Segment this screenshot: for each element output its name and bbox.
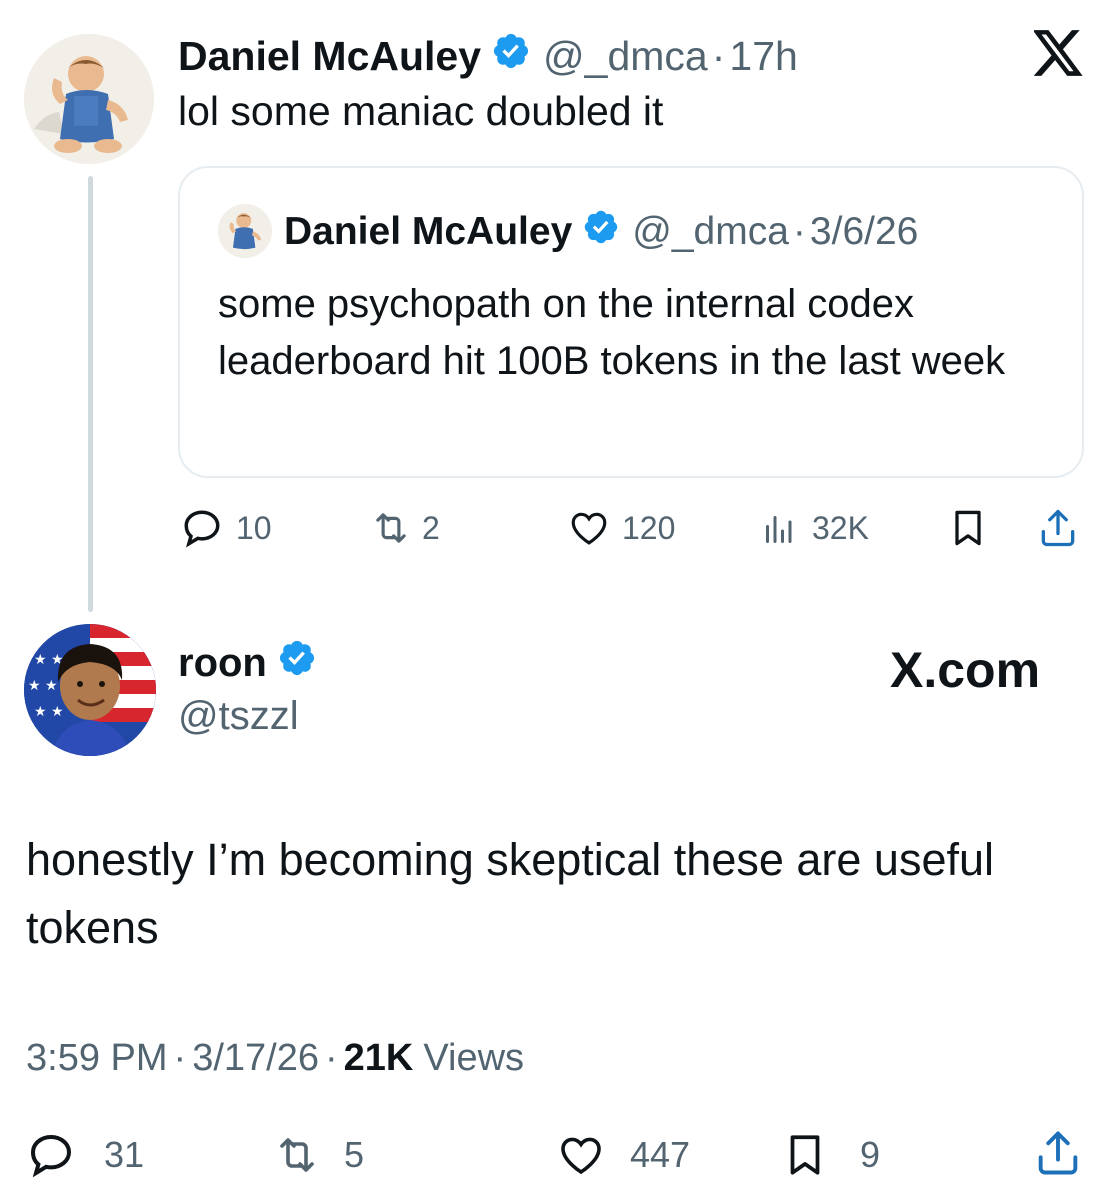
share-icon <box>1032 1127 1084 1179</box>
share-icon <box>1036 506 1080 550</box>
bookmark-count: 9 <box>860 1134 881 1175</box>
views-label: Views <box>423 1036 525 1079</box>
avatar-roon[interactable]: ★ ★ ★ ★ ★ ★ <box>24 624 156 756</box>
reply-timestamp[interactable]: 17h <box>729 33 797 80</box>
repost-icon <box>368 507 414 549</box>
verified-badge-icon <box>491 31 531 81</box>
views-count: 32K <box>812 509 869 546</box>
bookmark-button[interactable] <box>946 506 990 550</box>
main-tweet-text: honestly I’m becoming skeptical these ar… <box>26 834 995 953</box>
verified-badge-icon <box>277 638 317 688</box>
reply-author-name[interactable]: Daniel McAuley <box>178 33 481 80</box>
repost-button[interactable]: 5 <box>270 1130 364 1180</box>
bookmark-icon <box>780 1130 830 1180</box>
like-icon <box>554 1131 608 1179</box>
reply-count: 31 <box>104 1134 145 1175</box>
tweet-time[interactable]: 3:59 PM <box>26 1037 168 1080</box>
quoted-tweet-text: some psychopath on the internal codex le… <box>218 282 1006 383</box>
bookmark-icon <box>946 506 990 550</box>
meta-separator: · <box>173 1036 187 1079</box>
quoted-date[interactable]: 3/6/26 <box>810 210 918 254</box>
svg-text:★ ★: ★ ★ <box>34 652 64 668</box>
repost-icon <box>270 1131 324 1179</box>
views-icon <box>760 507 796 549</box>
reply-count: 10 <box>236 509 272 546</box>
quoted-avatar-daniel-mcauley[interactable] <box>218 204 272 258</box>
reply-icon <box>180 507 224 549</box>
tweet-date[interactable]: 3/17/26 <box>192 1037 319 1080</box>
like-count: 447 <box>630 1134 691 1175</box>
views-button[interactable]: 32K <box>760 506 869 550</box>
svg-text:★ ★: ★ ★ <box>34 704 64 720</box>
reply-tweet-text: lol some maniac doubled it <box>178 88 664 134</box>
like-count: 120 <box>622 509 676 546</box>
repost-count: 5 <box>344 1134 365 1175</box>
views-count-bold[interactable]: 21K <box>344 1037 414 1080</box>
quoted-separator: · <box>792 210 806 253</box>
verified-badge-icon <box>582 208 620 256</box>
like-button[interactable]: 120 <box>566 506 675 550</box>
x-logo-icon[interactable] <box>1032 30 1084 76</box>
like-button[interactable]: 447 <box>554 1130 690 1180</box>
reply-button[interactable]: 31 <box>26 1130 144 1180</box>
brand-text: X.com <box>890 642 1041 698</box>
avatar-daniel-mcauley[interactable] <box>24 34 154 164</box>
reply-button[interactable]: 10 <box>180 506 272 550</box>
repost-button[interactable]: 2 <box>368 506 440 550</box>
bookmark-button[interactable]: 9 <box>780 1130 880 1180</box>
x-com-brand[interactable]: X.com <box>890 640 1040 700</box>
meta-separator: · <box>324 1036 338 1079</box>
share-button[interactable] <box>1036 506 1080 550</box>
main-author-name[interactable]: roon <box>178 641 267 686</box>
like-icon <box>566 507 612 549</box>
svg-text:★ ★: ★ ★ <box>28 678 58 694</box>
thread-connector-line <box>88 176 93 612</box>
repost-count: 2 <box>422 509 440 546</box>
main-handle[interactable]: @tszzl <box>178 694 299 739</box>
reply-handle[interactable]: @_dmca <box>543 33 708 80</box>
quoted-handle[interactable]: @_dmca <box>632 210 789 254</box>
quoted-author-name[interactable]: Daniel McAuley <box>284 210 572 254</box>
reply-icon <box>26 1131 76 1179</box>
share-button[interactable] <box>1032 1128 1084 1178</box>
reply-separator: · <box>711 32 726 79</box>
